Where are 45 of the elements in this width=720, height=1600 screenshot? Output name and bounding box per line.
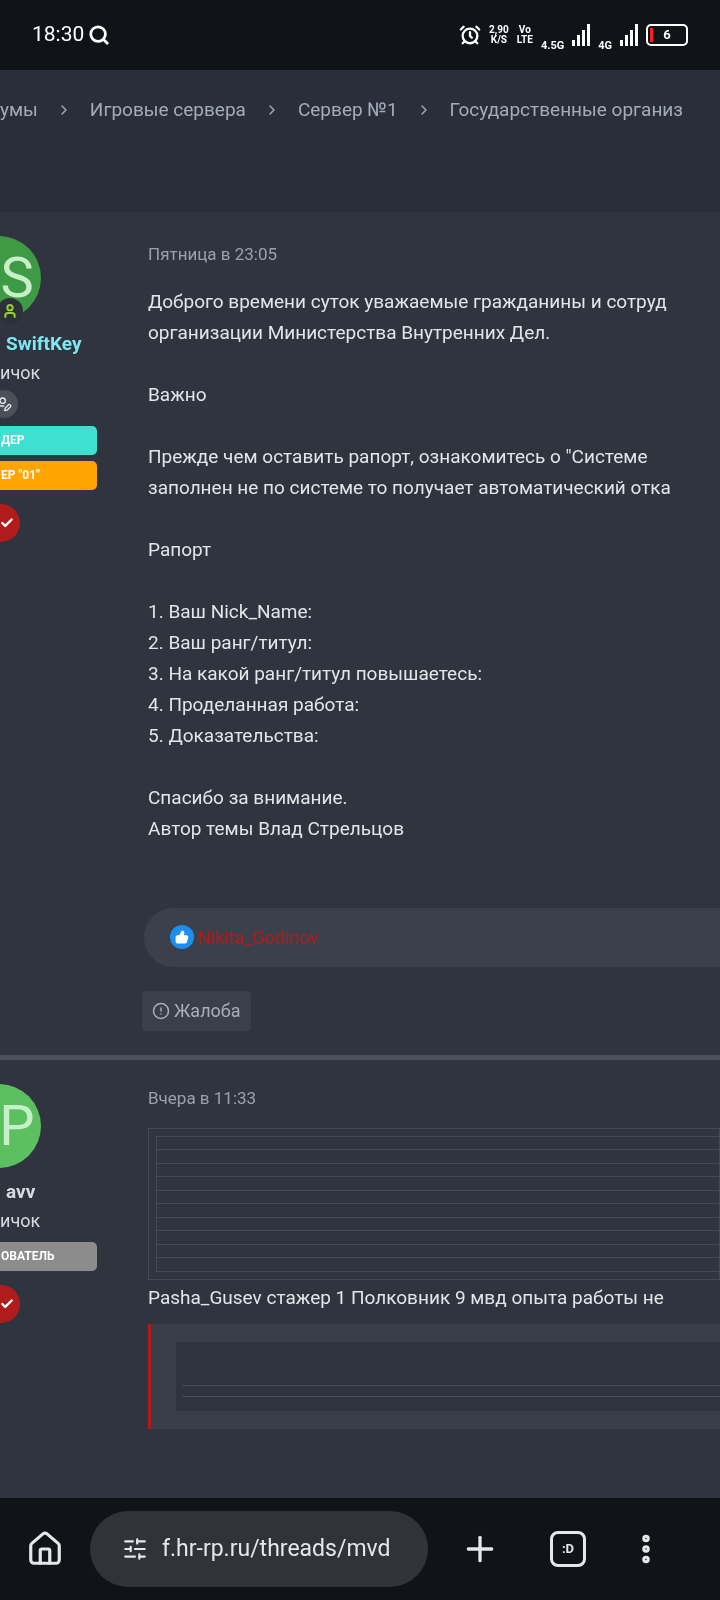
post-text: Автор темы Влад Стрельцов: [148, 815, 405, 842]
alarm-icon: [459, 24, 482, 46]
post-text: Прежде чем оставить рапорт, ознакомитесь о "Системе: [148, 443, 649, 470]
post-text: Pasha_Gusev стажер 1 Полковник 9 мвд опыта работы не: [148, 1284, 665, 1311]
post-date[interactable]: Пятница в 23:05: [148, 242, 720, 268]
user-banner: ЕР "01": [0, 460, 97, 490]
address-bar[interactable]: f.hr-rp.ru/threads/mvd: [90, 1511, 428, 1587]
speed-unit: K/S: [490, 35, 507, 45]
post-text: 4. Проделанная работа:: [148, 691, 361, 718]
search-icon: [88, 24, 111, 46]
volte-label: Vo: [518, 25, 531, 35]
post-text: 3. На какой ранг/титул повышаетесь:: [148, 660, 484, 687]
username[interactable]: SwiftKey: [6, 330, 82, 359]
report-button[interactable]: Жалоба: [142, 990, 251, 1031]
user-banner: ДЕР: [0, 425, 97, 455]
network-type: 4.5G: [540, 37, 565, 54]
post-text: 1. Ваш Nick_Name:: [148, 598, 314, 625]
post-text: Важно: [148, 381, 208, 408]
tabs-button[interactable]: :D: [550, 1531, 586, 1567]
battery-icon: 6: [646, 24, 688, 46]
clock: 18:30: [32, 21, 85, 49]
user-banner: ОВАТЕЛЬ: [0, 1241, 97, 1271]
post-date[interactable]: Вчера в 11:33: [148, 1086, 720, 1112]
breadcrumb-link[interactable]: Государственные организ: [449, 96, 683, 125]
post-text: 2. Ваш ранг/титул:: [148, 629, 313, 656]
post-text: Доброго времени суток уважаемые гражданины и сотруд: [148, 288, 668, 315]
network-type: 4G: [598, 37, 612, 54]
signal-icon: [572, 24, 591, 46]
user-title: ичок: [0, 1208, 41, 1233]
like-icon: [170, 925, 194, 949]
speed-value: 2,90: [489, 25, 509, 35]
breadcrumb-link[interactable]: Игровые сервера: [89, 96, 246, 125]
home-icon[interactable]: [26, 1530, 64, 1568]
volte-label: LTE: [516, 35, 533, 45]
post-text: 5. Доказательства:: [148, 722, 320, 749]
signal-icon: [620, 24, 638, 46]
username[interactable]: avv: [6, 1178, 36, 1207]
post-text: Спасибо за внимание.: [148, 784, 349, 811]
breadcrumb-link[interactable]: Сервер №1: [297, 96, 398, 125]
post-text: организации Министерства Внутренних Дел.: [148, 319, 552, 346]
alert-icon: [152, 1001, 170, 1020]
user-title: ичок: [0, 360, 41, 385]
post-text: Рапорт: [148, 536, 213, 563]
post-text: заполнен не по системе то получает автоматический отка: [148, 474, 672, 501]
breadcrumb-link[interactable]: умы: [0, 96, 38, 125]
